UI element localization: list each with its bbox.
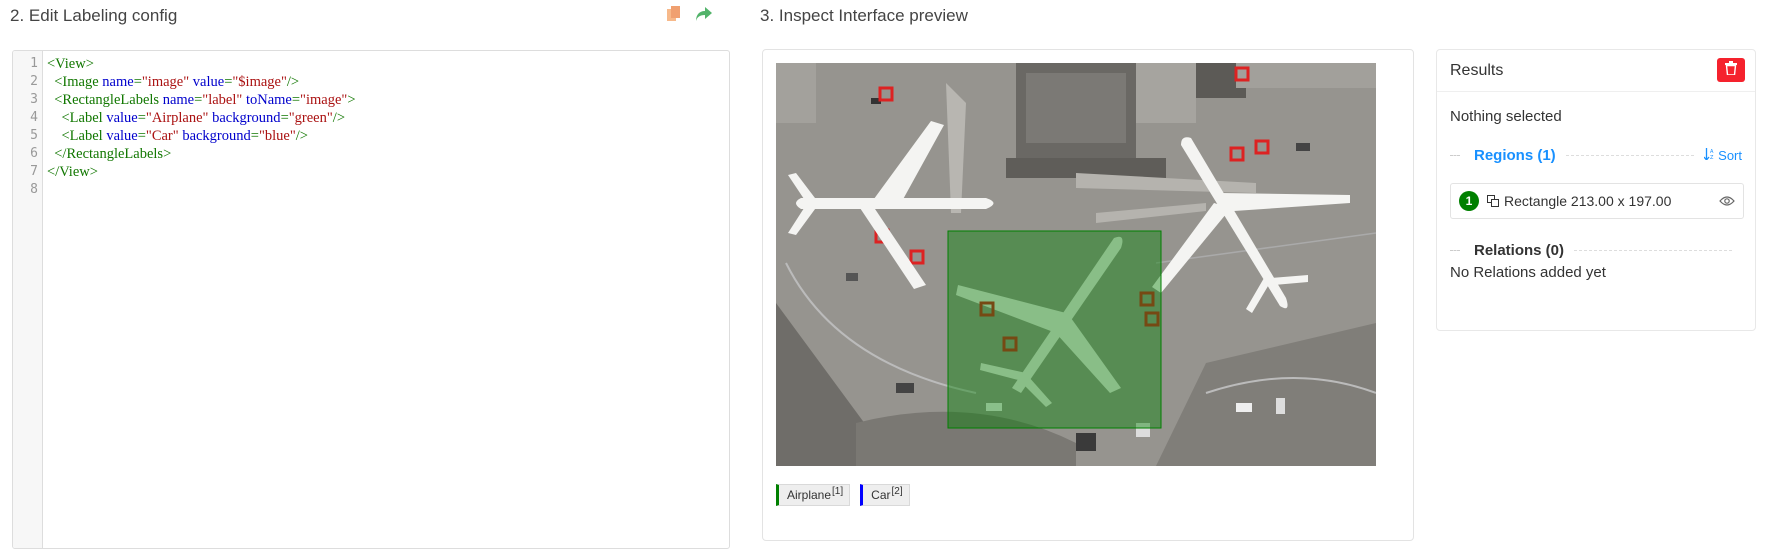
code-token: =: [137, 128, 146, 144]
region-list-item[interactable]: 1 Rectangle 213.00 x 197.00: [1450, 183, 1744, 219]
regions-toggle[interactable]: Regions (1): [1474, 147, 1556, 164]
code-token: />: [295, 128, 308, 144]
code-token: "image": [141, 74, 190, 90]
sort-button[interactable]: AZ Sort: [1703, 147, 1742, 163]
code-token: "green": [288, 110, 333, 126]
results-panel: Results Nothing selected Regions (1) AZ …: [1436, 49, 1756, 331]
code-token: =: [291, 92, 301, 108]
trash-icon: [1725, 60, 1737, 80]
label-car-name: Car: [871, 488, 891, 502]
code-token: toName: [245, 92, 292, 108]
line-number: 3: [30, 92, 38, 107]
divider: [1450, 249, 1460, 251]
editor-gutter: 1 2 3 4 5 6 7 8: [13, 51, 43, 548]
code-line: <Image name="image" value="$image"/>: [47, 73, 729, 91]
label-airplane-name: Airplane: [787, 488, 832, 502]
code-token: >: [347, 92, 356, 108]
code-token: />: [286, 74, 300, 90]
preview-section-title: 3. Inspect Interface preview: [760, 6, 968, 25]
line-number: 2: [30, 74, 38, 89]
relations-label: Relations (0): [1474, 241, 1565, 259]
code-token: =: [280, 110, 289, 126]
code-line: <Label value="Car" background="blue"/>: [47, 127, 729, 145]
divider: [1565, 154, 1695, 156]
label-airplane-hotkey: [1]: [832, 485, 844, 497]
no-relations-text: No Relations added yet: [1450, 264, 1606, 281]
code-token: <Label: [61, 110, 107, 126]
code-line: <Label value="Airplane" background="gree…: [47, 109, 729, 127]
code-token: "blue": [258, 128, 296, 144]
code-token: "Airplane": [145, 110, 209, 126]
line-number: 8: [30, 182, 38, 197]
code-token: <RectangleLabels: [54, 92, 163, 108]
config-code-editor[interactable]: 12345678 <View> <Image name="image" valu…: [12, 50, 730, 549]
code-token: <Label: [61, 128, 107, 144]
code-token: "label": [202, 92, 243, 108]
config-toolbar: [664, 4, 714, 24]
label-car-hotkey: [2]: [891, 485, 903, 497]
nothing-selected-text: Nothing selected: [1450, 108, 1562, 125]
code-token: "Car": [145, 128, 179, 144]
code-token: value: [192, 74, 225, 90]
share-icon[interactable]: [694, 4, 714, 24]
code-line: <RectangleLabels name="label" toName="im…: [47, 91, 729, 109]
code-token: value: [106, 128, 138, 144]
code-token: background: [182, 128, 251, 144]
label-chips: Airplane [1] Car [2]: [776, 484, 910, 506]
line-number: 4: [30, 110, 38, 125]
divider: [1450, 154, 1460, 156]
code-token: =: [137, 110, 146, 126]
code-token: </View>: [47, 164, 98, 180]
results-title: Results: [1450, 62, 1504, 79]
code-line: <View>: [47, 55, 729, 73]
line-number: 7: [30, 164, 38, 179]
rectangle-icon: [1487, 195, 1499, 207]
sort-icon: AZ: [1703, 147, 1715, 163]
code-token: =: [250, 128, 259, 144]
config-section-title: 2. Edit Labeling config: [10, 6, 178, 25]
code-token: />: [332, 110, 346, 126]
line-number: 1: [30, 56, 38, 71]
code-token: <Image: [54, 74, 103, 90]
svg-text:Z: Z: [1710, 155, 1714, 160]
code-token: =: [133, 74, 142, 90]
eye-icon[interactable]: [1719, 195, 1735, 207]
code-token: name: [162, 92, 195, 108]
region-index-badge: 1: [1459, 191, 1479, 211]
divider: [1574, 249, 1732, 251]
code-token: </RectangleLabels>: [54, 146, 172, 162]
sort-label: Sort: [1718, 147, 1742, 163]
annotation-image[interactable]: [776, 63, 1376, 466]
region-rectangle-airplane: [947, 230, 1162, 429]
line-number: 5: [30, 128, 38, 143]
region-description: Rectangle 213.00 x 197.00: [1504, 193, 1672, 209]
regions-group-header: Regions (1) AZ Sort: [1450, 144, 1742, 166]
results-header: Results: [1437, 50, 1755, 92]
airport-aerial-image: [776, 63, 1376, 466]
delete-button[interactable]: [1717, 58, 1745, 82]
code-token: <View>: [47, 56, 94, 72]
code-token: value: [106, 110, 138, 126]
code-line: </RectangleLabels>: [47, 145, 729, 163]
label-airplane[interactable]: Airplane [1]: [776, 484, 851, 506]
label-car[interactable]: Car [2]: [860, 484, 910, 506]
code-token: "$image": [232, 74, 287, 90]
relations-group-header: Relations (0): [1450, 239, 1742, 261]
line-number: 6: [30, 146, 38, 161]
copy-icon[interactable]: [664, 4, 684, 24]
code-line: </View>: [47, 163, 729, 181]
editor-code[interactable]: <View> <Image name="image" value="$image…: [47, 55, 729, 199]
code-token: name: [102, 74, 134, 90]
code-token: "image": [300, 92, 348, 108]
interface-preview: Airplane [1] Car [2]: [762, 49, 1414, 541]
code-token: background: [212, 110, 281, 126]
